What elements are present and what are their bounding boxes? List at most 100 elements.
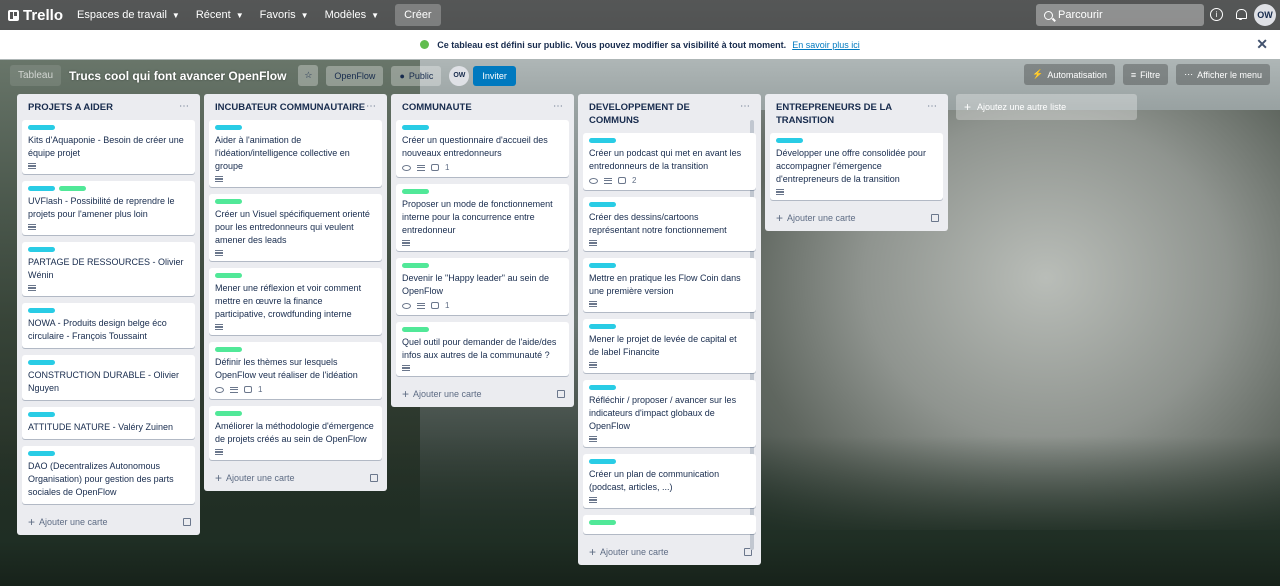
filter-button[interactable]: ≡ Filtre	[1122, 64, 1169, 85]
star-icon[interactable]: ☆	[298, 65, 319, 86]
close-icon[interactable]: ✕	[1256, 36, 1268, 53]
card[interactable]: Mettre en pratique les Flow Coin dans un…	[583, 258, 756, 312]
card[interactable]: Créer un questionnaire d'accueil des nou…	[396, 120, 569, 177]
add-card-left: + Ajouter une carte	[589, 545, 669, 559]
info-icon[interactable]: i	[1210, 8, 1223, 21]
board-header: Tableau Trucs cool qui font avancer Open…	[0, 62, 1280, 89]
card-labels	[215, 273, 375, 278]
add-card-button[interactable]: + Ajouter une carte	[770, 207, 943, 225]
card[interactable]: Améliorer la méthodologie d'émergence de…	[209, 406, 382, 460]
bell-icon[interactable]	[1235, 8, 1247, 20]
list-title[interactable]: COMMUNAUTE	[402, 101, 472, 114]
list-title[interactable]: PROJETS A AIDER	[28, 101, 113, 114]
nav-label: Modèles	[324, 9, 367, 21]
card-title: Mettre en pratique les Flow Coin dans un…	[589, 273, 741, 296]
card-label	[215, 273, 242, 278]
card-badges	[28, 224, 188, 230]
nav-favorites[interactable]: Favoris ▼	[260, 9, 309, 21]
template-icon[interactable]	[370, 474, 378, 482]
card[interactable]: Créer des dessins/cartoons représentant …	[583, 197, 756, 251]
list-header[interactable]: PROJETS A AIDER ⋯	[22, 98, 195, 120]
add-card-button[interactable]: + Ajouter une carte	[209, 467, 382, 485]
card-label	[28, 412, 55, 417]
list-menu-icon[interactable]: ⋯	[927, 101, 938, 112]
card-label	[589, 202, 616, 207]
card[interactable]: DAO (Decentralizes Autonomous Organisati…	[22, 446, 195, 504]
card-label	[28, 186, 55, 191]
learn-more-link[interactable]: En savoir plus ici	[792, 40, 860, 50]
member-avatar[interactable]: OW	[449, 65, 470, 86]
list-header[interactable]: COMMUNAUTE ⋯	[396, 98, 569, 120]
card-labels	[28, 308, 188, 313]
card-label	[589, 459, 616, 464]
card[interactable]: Devenir le "Happy leader" au sein de Ope…	[396, 258, 569, 315]
card-labels	[589, 324, 749, 329]
add-card-label: Ajouter une carte	[39, 517, 108, 527]
search-input[interactable]: Parcourir	[1036, 4, 1204, 26]
trello-logo[interactable]: Trello	[8, 7, 63, 24]
card[interactable]: Définir les thèmes sur lesquels OpenFlow…	[209, 342, 382, 399]
list-menu-icon[interactable]: ⋯	[179, 101, 190, 112]
list-header[interactable]: ENTREPRENEURS DE LA TRANSITION ⋯	[770, 98, 943, 133]
card[interactable]	[583, 515, 756, 534]
board-title[interactable]: Trucs cool qui font avancer OpenFlow	[69, 69, 286, 83]
card[interactable]: Développer une offre consolidée pour acc…	[770, 133, 943, 200]
card[interactable]: Proposer un mode de fonctionnement inter…	[396, 184, 569, 251]
template-icon[interactable]	[931, 214, 939, 222]
description-icon	[417, 164, 425, 171]
template-icon[interactable]	[183, 518, 191, 526]
list-title[interactable]: ENTREPRENEURS DE LA TRANSITION	[776, 101, 927, 127]
description-icon	[215, 176, 223, 182]
card[interactable]: Réfléchir / proposer / avancer sur les i…	[583, 380, 756, 447]
board-view-switcher[interactable]: Tableau	[10, 65, 62, 86]
card[interactable]: Créer un plan de communication (podcast,…	[583, 454, 756, 508]
card[interactable]: CONSTRUCTION DURABLE - Olivier Nguyen	[22, 355, 195, 400]
invite-button[interactable]: Inviter	[473, 65, 516, 86]
card[interactable]: Kits d'Aquaponie - Besoin de créer une é…	[22, 120, 195, 174]
add-card-button[interactable]: + Ajouter une carte	[22, 511, 195, 529]
card[interactable]: ATTITUDE NATURE - Valéry Zuinen	[22, 407, 195, 439]
create-button[interactable]: Créer	[395, 4, 441, 26]
list-menu-icon[interactable]: ⋯	[740, 101, 751, 112]
add-card-label: Ajouter une carte	[413, 389, 482, 399]
card[interactable]: Quel outil pour demander de l'aide/des i…	[396, 322, 569, 376]
show-menu-button[interactable]: ⋯ Afficher le menu	[1176, 64, 1270, 85]
template-icon[interactable]	[557, 390, 565, 398]
card-badges: 1	[215, 385, 375, 394]
card[interactable]: Aider à l'animation de l'idéation/intell…	[209, 120, 382, 187]
workspace-button[interactable]: OpenFlow	[326, 65, 384, 86]
nav-workspaces[interactable]: Espaces de travail ▼	[77, 9, 180, 21]
list-header[interactable]: DEVELOPPEMENT DE COMMUNS ⋯	[583, 98, 756, 133]
card[interactable]: Mener le projet de levée de capital et d…	[583, 319, 756, 373]
add-card-button[interactable]: + Ajouter une carte	[583, 541, 756, 559]
description-icon	[604, 177, 612, 184]
description-icon	[589, 301, 597, 307]
comment-count: 1	[445, 301, 450, 310]
add-list-button[interactable]: + Ajoutez une autre liste	[956, 94, 1137, 120]
list-menu-icon[interactable]: ⋯	[366, 101, 377, 112]
card[interactable]: Créer un Visuel spécifiquement orienté p…	[209, 194, 382, 261]
visibility-button[interactable]: ● Public	[391, 65, 442, 86]
automation-button[interactable]: ⚡ Automatisation	[1024, 64, 1115, 85]
card-badges	[28, 285, 188, 291]
add-card-button[interactable]: + Ajouter une carte	[396, 383, 569, 401]
card[interactable]: Créer un podcast qui met en avant les en…	[583, 133, 756, 190]
card[interactable]: Mener une réflexion et voir comment mett…	[209, 268, 382, 335]
card[interactable]: NOWA - Produits design belge éco circula…	[22, 303, 195, 348]
card-container: Développer une offre consolidée pour acc…	[770, 133, 943, 207]
card[interactable]: PARTAGE DE RESSOURCES - Olivier Wénin	[22, 242, 195, 296]
add-card-left: + Ajouter une carte	[402, 387, 482, 401]
list-title[interactable]: INCUBATEUR COMMUNAUTAIRE	[215, 101, 365, 114]
list-title[interactable]: DEVELOPPEMENT DE COMMUNS	[589, 101, 740, 127]
nav-recent[interactable]: Récent ▼	[196, 9, 244, 21]
avatar[interactable]: OW	[1254, 4, 1276, 26]
nav-templates[interactable]: Modèles ▼	[325, 9, 380, 21]
eye-icon	[402, 164, 411, 171]
card[interactable]: UVFlash - Possibilité de reprendre le pr…	[22, 181, 195, 235]
list-header[interactable]: INCUBATEUR COMMUNAUTAIRE ⋯	[209, 98, 382, 120]
list-menu-icon[interactable]: ⋯	[553, 101, 564, 112]
plus-icon: +	[964, 100, 972, 114]
plus-icon: +	[28, 515, 36, 529]
comment-icon	[431, 302, 439, 309]
description-icon	[402, 240, 410, 246]
